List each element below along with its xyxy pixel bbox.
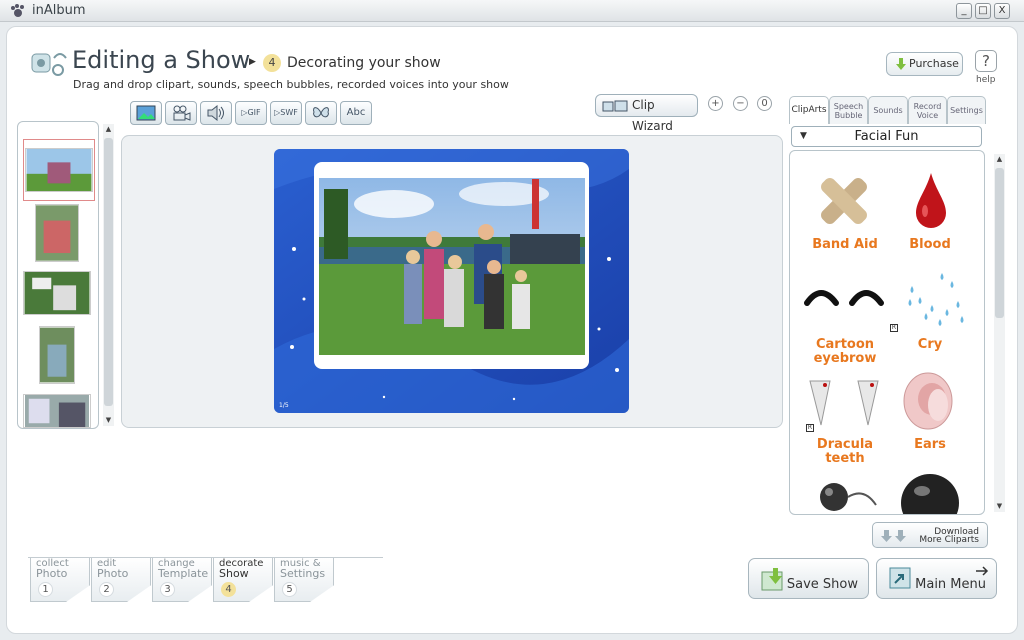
steps-divider — [28, 557, 383, 558]
ears-clip[interactable] — [902, 371, 958, 431]
clip-label-dracula-teeth: Dracula teeth — [816, 437, 874, 466]
clip-wizard-label: Clip Wizard — [632, 98, 673, 133]
text-tool-button[interactable]: Abc — [340, 101, 372, 125]
step-tab-number: 1 — [38, 582, 53, 597]
slide-thumbnail-5[interactable] — [23, 394, 91, 428]
page-subtitle: Decorating your show — [287, 55, 441, 71]
clipart-gallery: Band Aid Blood Cartoon eyebrow R Cry R D… — [789, 150, 985, 515]
clip-label-band-aid: Band Aid — [812, 237, 878, 252]
clipart-wizard-icon — [31, 53, 67, 76]
main-menu-label: Main Menu — [915, 577, 986, 592]
resize-badge-icon-2: R — [806, 424, 814, 432]
zoom-in-button[interactable]: + — [708, 96, 723, 111]
photo-icon — [136, 105, 156, 121]
butterfly-tool-button[interactable] — [305, 101, 337, 125]
clip-wizard-button[interactable]: Clip Wizard — [595, 94, 698, 133]
main-menu-button[interactable]: Main Menu — [876, 558, 997, 599]
main-menu-icon — [889, 567, 911, 589]
cartoon-eyebrow-clip[interactable] — [804, 283, 886, 307]
gif-label: GIF — [247, 108, 261, 117]
save-download-icon — [761, 568, 783, 591]
save-show-label: Save Show — [786, 577, 858, 592]
scrollbar-thumb[interactable] — [104, 138, 113, 406]
step-tab-large: Template — [158, 567, 209, 580]
category-value: Facial Fun — [854, 129, 919, 144]
minimize-button[interactable]: _ — [956, 3, 972, 19]
band-aid-clip[interactable] — [818, 173, 870, 229]
slide-thumbnail-1[interactable] — [25, 148, 93, 192]
paw-logo-icon — [11, 4, 24, 17]
slide-thumbnail-4[interactable] — [39, 326, 75, 384]
maximize-button[interactable]: □ — [975, 3, 991, 19]
save-show-button[interactable]: Save Show — [748, 558, 869, 599]
swf-label: SWF — [280, 108, 298, 117]
slide-thumbnail-3[interactable] — [23, 271, 91, 315]
help-label: help — [976, 75, 996, 85]
speaker-icon — [207, 104, 224, 122]
video-tool-button[interactable] — [165, 101, 197, 125]
download-arrows-icon — [881, 530, 906, 542]
category-dropdown[interactable]: ▼ Facial Fun — [791, 126, 982, 147]
help-button[interactable]: ? — [975, 50, 997, 72]
tab-settings[interactable]: Settings — [947, 96, 986, 124]
slide-canvas[interactable] — [274, 149, 629, 413]
clip-label-ears: Ears — [914, 437, 946, 452]
clipart-scroll-down-icon[interactable]: ▼ — [994, 501, 1005, 512]
arrow-right-icon — [976, 566, 989, 576]
purchase-button[interactable]: Purchase — [886, 52, 963, 76]
step-tab-large: Settings — [280, 567, 326, 580]
step-tab-number: 4 — [221, 582, 236, 597]
tab-cliparts[interactable]: ClipArts — [789, 96, 829, 124]
photo-tool-button[interactable] — [130, 101, 162, 125]
video-camera-icon — [173, 105, 191, 121]
sound-tool-button[interactable] — [200, 101, 232, 125]
step-tab-number: 2 — [99, 582, 114, 597]
thumbnail-scrollbar[interactable]: ▲ ▼ — [103, 124, 114, 426]
tab-speech-bubble[interactable]: Speech Bubble — [829, 96, 868, 124]
gif-tool-button[interactable]: ▷GIF — [235, 101, 267, 125]
butterfly-icon — [313, 107, 329, 118]
cry-clip[interactable] — [902, 271, 972, 331]
black-sphere-clip[interactable] — [900, 471, 960, 515]
slide-thumbnail-2[interactable] — [35, 204, 79, 262]
slide-counter: 1/5 — [279, 402, 289, 409]
clip-label-blood: Blood — [909, 237, 951, 252]
breadcrumb-arrow-icon: ▶ — [249, 57, 256, 67]
clipart-scroll-up-icon[interactable]: ▲ — [994, 154, 1005, 165]
tab-sounds[interactable]: Sounds — [868, 96, 908, 124]
ball-and-chain-clip[interactable] — [818, 479, 878, 515]
scroll-down-icon[interactable]: ▼ — [103, 415, 114, 426]
puzzle-icon — [602, 100, 628, 112]
resize-badge-icon: R — [890, 324, 898, 332]
clip-label-cry: Cry — [917, 337, 943, 352]
slide-thumbnail-list — [17, 121, 99, 429]
zoom-out-button[interactable]: − — [733, 96, 748, 111]
download-arrow-icon — [896, 58, 906, 70]
title-bar: inAlbum _ □ X — [0, 0, 1024, 22]
purchase-label: Purchase — [909, 57, 959, 70]
page-title: Editing a Show — [72, 46, 251, 74]
tab-record-voice[interactable]: Record Voice — [908, 96, 947, 124]
step-tab-large: Photo — [36, 567, 68, 580]
blood-clip[interactable] — [914, 171, 948, 229]
page-description: Drag and drop clipart, sounds, speech bu… — [73, 78, 509, 91]
clipart-scrollbar-thumb[interactable] — [995, 168, 1004, 318]
dracula-teeth-clip[interactable] — [808, 379, 882, 427]
current-step-number: 4 — [263, 54, 281, 72]
dropdown-arrow-icon: ▼ — [800, 131, 807, 141]
scroll-up-icon[interactable]: ▲ — [103, 124, 114, 135]
clipart-scrollbar[interactable]: ▲ ▼ — [994, 154, 1005, 512]
swf-tool-button[interactable]: ▷SWF — [270, 101, 302, 125]
step-tab-large: Show — [219, 567, 249, 580]
step-tab-large: Photo — [97, 567, 129, 580]
download-more-cliparts-button[interactable]: Download More Cliparts — [872, 522, 988, 548]
clip-label-cartoon-eyebrow: Cartoon eyebrow — [813, 337, 877, 366]
app-title: inAlbum — [32, 3, 86, 18]
zoom-reset-button[interactable]: 0 — [757, 96, 772, 111]
step-tab-number: 3 — [160, 582, 175, 597]
close-button[interactable]: X — [994, 3, 1010, 19]
step-tab-number: 5 — [282, 582, 297, 597]
